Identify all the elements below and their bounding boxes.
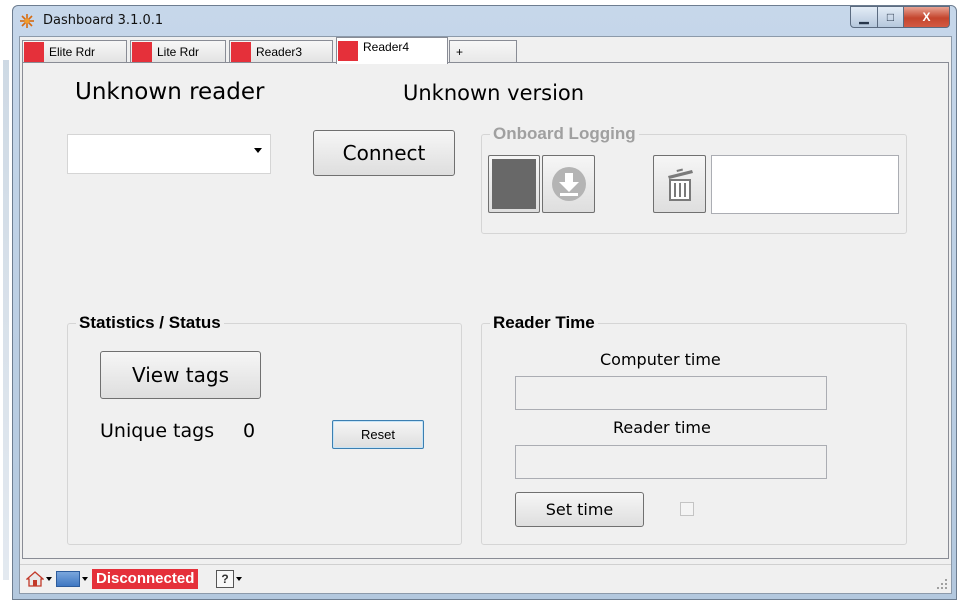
window-title: Dashboard 3.1.0.1 [43, 13, 164, 28]
statistics-title: Statistics / Status [76, 313, 224, 333]
reset-button[interactable]: Reset [332, 420, 424, 449]
reader-tabs: Elite Rdr Lite Rdr Reader3 Reader4 + [20, 37, 951, 64]
connect-button[interactable]: Connect [313, 130, 455, 176]
stop-square-icon [492, 159, 536, 209]
tab-reader4[interactable]: Reader4 [336, 37, 448, 64]
tab-elite-rdr[interactable]: Elite Rdr [22, 40, 127, 62]
download-log-button[interactable] [542, 155, 595, 213]
onboard-logging-title: Onboard Logging [490, 124, 639, 144]
view-tags-button[interactable]: View tags [100, 351, 261, 399]
resize-grip-icon[interactable] [936, 578, 948, 590]
tab-status-indicator [338, 41, 358, 61]
delete-log-button[interactable] [653, 155, 706, 213]
unique-tags-label: Unique tags [100, 420, 215, 442]
reader-time-field [515, 445, 827, 479]
unique-tags-count: 0 [243, 420, 256, 442]
reader-time-title: Reader Time [490, 313, 598, 333]
add-tab-label: + [456, 44, 464, 59]
chevron-down-icon [46, 577, 52, 581]
tab-status-indicator [24, 41, 44, 62]
maximize-button[interactable]: □ [878, 6, 904, 28]
reader-panel: Unknown reader Unknown version Connect O… [22, 62, 949, 559]
title-bar[interactable]: Dashboard 3.1.0.1 ▁ □ X [13, 6, 956, 36]
help-dropdown[interactable]: ? [216, 570, 242, 588]
chevron-down-icon [82, 577, 88, 581]
maximize-icon: □ [886, 10, 895, 24]
app-window: Dashboard 3.1.0.1 ▁ □ X Elite Rdr Lite R… [12, 5, 957, 600]
tab-label: Reader4 [363, 40, 410, 54]
tab-reader3[interactable]: Reader3 [229, 40, 333, 62]
reader-version: Unknown version [403, 81, 585, 105]
computer-time-field [515, 376, 827, 410]
close-icon: X [922, 10, 931, 24]
minimize-button[interactable]: ▁ [850, 6, 878, 28]
add-tab-button[interactable]: + [449, 40, 517, 62]
tab-status-indicator [132, 41, 152, 62]
client-area: Elite Rdr Lite Rdr Reader3 Reader4 + Unk… [19, 36, 952, 594]
reader-time-group: Reader Time Computer time Reader time Se… [481, 313, 907, 545]
tab-status-indicator [231, 41, 251, 62]
tab-label: Reader3 [256, 44, 303, 59]
minimize-icon: ▁ [859, 10, 869, 24]
download-icon [551, 167, 586, 201]
chevron-down-icon [236, 577, 242, 581]
connection-status: Disconnected [92, 569, 199, 589]
statistics-group: Statistics / Status View tags Unique tag… [67, 313, 462, 545]
reader-name: Unknown reader [75, 79, 265, 105]
home-icon [26, 571, 44, 587]
reader-time-label: Reader time [613, 418, 711, 437]
port-select[interactable] [67, 134, 271, 174]
log-file-field[interactable] [711, 155, 899, 214]
app-logo-icon [20, 14, 34, 28]
tab-lite-rdr[interactable]: Lite Rdr [130, 40, 226, 62]
set-time-button[interactable]: Set time [515, 492, 644, 527]
tab-label: Elite Rdr [49, 44, 96, 59]
trash-icon [667, 168, 693, 201]
onboard-logging-group: Onboard Logging [481, 124, 907, 234]
home-dropdown[interactable] [26, 570, 52, 588]
auto-sync-checkbox[interactable] [680, 502, 694, 516]
window-icon [56, 571, 80, 587]
desktop-background [0, 0, 12, 602]
view-dropdown[interactable] [56, 570, 88, 588]
computer-time-label: Computer time [600, 350, 721, 369]
status-badge: Disconnected [92, 569, 199, 589]
stop-logging-button[interactable] [488, 155, 540, 213]
status-bar: Disconnected ? [20, 564, 951, 593]
close-button[interactable]: X [904, 6, 950, 28]
chevron-down-icon[interactable] [254, 148, 262, 153]
tab-label: Lite Rdr [157, 44, 200, 59]
help-icon: ? [216, 570, 234, 588]
